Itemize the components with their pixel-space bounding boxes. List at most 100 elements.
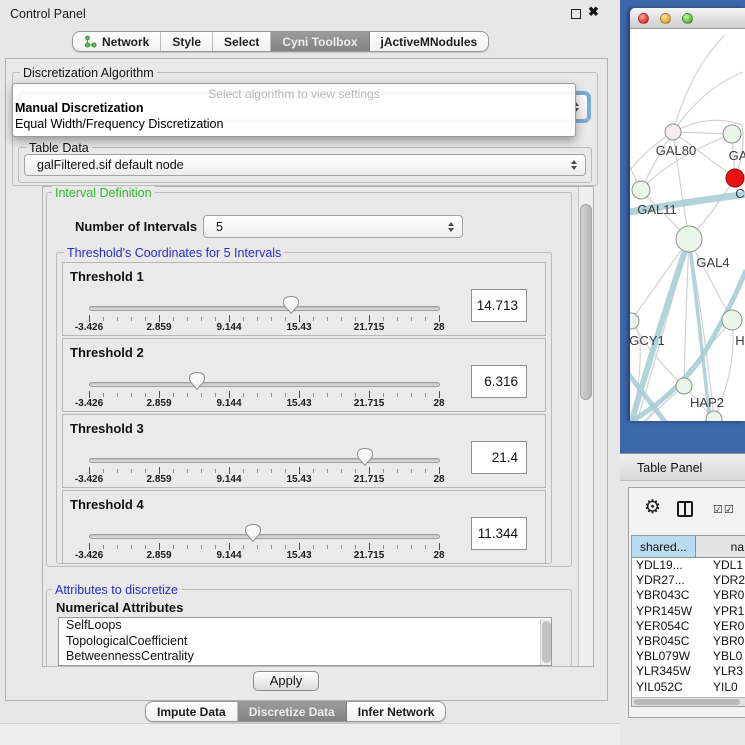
table-row[interactable]: YBL079WYBL0 (632, 649, 745, 664)
table-row[interactable]: YLR345WYLR3 (632, 664, 745, 679)
slider-handle[interactable] (283, 296, 299, 314)
network-node[interactable] (726, 169, 744, 187)
slider-tick-label: -3.426 (64, 550, 114, 561)
network-node[interactable] (676, 226, 702, 252)
slider-track[interactable] (89, 534, 440, 539)
slider-tick-label: -3.426 (64, 474, 114, 485)
table-data-value: galFiltered.sif default node (37, 158, 184, 172)
network-node[interactable] (676, 378, 692, 394)
network-node[interactable] (665, 124, 681, 140)
attribute-list-item[interactable]: BetweennessCentrality (59, 649, 551, 665)
number-of-intervals-combobox[interactable]: 5 (203, 215, 463, 238)
slider-track[interactable] (89, 306, 440, 311)
network-edge[interactable] (673, 35, 725, 132)
network-window-titlebar[interactable] (630, 8, 745, 29)
apply-button[interactable]: Apply (253, 671, 319, 691)
slider-track[interactable] (89, 382, 440, 387)
float-panel-icon[interactable] (571, 9, 581, 19)
gear-icon[interactable]: ⚙ (644, 498, 661, 517)
network-edge[interactable] (684, 239, 689, 386)
table-row[interactable]: YIL052CYIL0 (632, 680, 745, 695)
network-node-label: C (735, 186, 744, 201)
column-layout-icon[interactable] (677, 501, 693, 517)
cell-shared-name: YIL052C (632, 680, 708, 695)
slider-tick-label: 2.859 (134, 322, 184, 333)
slider-handle[interactable] (245, 524, 261, 542)
tab-impute-data[interactable]: Impute Data (146, 702, 238, 721)
slider-tick-label: 2.859 (134, 550, 184, 561)
slider-track[interactable] (89, 458, 440, 463)
threshold-value-field[interactable]: 11.344 (471, 517, 527, 550)
table-row[interactable]: YDR27...YDR2 (632, 573, 745, 588)
table-row[interactable]: YDL19...YDL1 (632, 558, 745, 573)
vertical-scrollbar[interactable] (578, 187, 593, 666)
network-node[interactable] (630, 313, 639, 329)
slider-handle[interactable] (357, 448, 373, 466)
attributes-scrollbar-thumb[interactable] (542, 621, 551, 663)
zoom-window-icon[interactable] (682, 13, 693, 24)
cell-name: YBL0 (708, 649, 742, 664)
network-node-label: GA (729, 148, 745, 163)
tab-cyni-toolbox[interactable]: Cyni Toolbox (271, 32, 369, 51)
minimize-window-icon[interactable] (660, 13, 671, 24)
cell-name: YBR0 (708, 634, 744, 649)
network-edge[interactable] (641, 132, 673, 190)
tab-style[interactable]: Style (161, 32, 213, 51)
network-node-label: H (735, 333, 744, 348)
table-row[interactable]: YER054CYER0 (632, 619, 745, 634)
column-header-1[interactable]: shared... (632, 536, 696, 557)
close-window-icon[interactable] (638, 13, 649, 24)
network-edge[interactable] (631, 239, 689, 321)
attribute-list-item[interactable]: SelfLoops (59, 618, 551, 634)
panel-footer (0, 723, 620, 745)
popup-item-equal-width[interactable]: Equal Width/Frequency Discretization (15, 117, 223, 131)
threshold-value-field[interactable]: 6.316 (471, 365, 527, 398)
table-data-combobox[interactable]: galFiltered.sif default node (24, 154, 586, 176)
tab-network[interactable]: Network (73, 32, 161, 51)
column-header-2[interactable]: na (696, 536, 745, 557)
tab-discretize-data[interactable]: Discretize Data (238, 702, 347, 721)
number-of-intervals-value: 5 (216, 220, 223, 234)
tab-label: Style (172, 35, 201, 49)
attribute-list-item[interactable]: TopologicalCoefficient (59, 634, 551, 650)
slider-tick-label: -3.426 (64, 398, 114, 409)
slider-tick-label: 9.144 (204, 398, 254, 409)
network-node[interactable] (722, 310, 742, 330)
network-thick-edge[interactable] (630, 239, 689, 421)
network-node-label: GAL4 (696, 255, 729, 270)
table-row[interactable]: YPR145WYPR1 (632, 604, 745, 619)
table-panel-area: ⚙ ☑☑ shared...na YDL19...YDL1YDR27...YDR… (620, 481, 745, 745)
close-panel-icon[interactable]: ✖ (588, 4, 599, 20)
slider-tick-label: 9.144 (204, 474, 254, 485)
tab-label: Cyni Toolbox (282, 35, 357, 49)
table-row[interactable]: YBR045CYBR0 (632, 634, 745, 649)
tab-infer-network[interactable]: Infer Network (347, 702, 446, 721)
slider-tick-label: 28 (414, 474, 464, 485)
table-hscrollbar-thumb[interactable] (634, 699, 740, 705)
slider-tick-label: 15.43 (274, 550, 324, 561)
table-data-title: Table Data (26, 141, 92, 155)
network-edge[interactable] (630, 419, 714, 421)
numerical-attributes-list[interactable]: SelfLoopsTopologicalCoefficientBetweenne… (58, 617, 552, 666)
tab-select[interactable]: Select (213, 32, 271, 51)
network-node[interactable] (723, 125, 741, 143)
threshold-value-field[interactable]: 14.713 (471, 289, 527, 322)
popup-item-manual-discretization[interactable]: Manual Discretization (15, 101, 144, 115)
vertical-scrollbar-thumb[interactable] (580, 204, 592, 400)
threshold-value-field[interactable]: 21.4 (471, 441, 527, 474)
slider-tick-label: 15.43 (274, 322, 324, 333)
tab-label: Infer Network (358, 705, 435, 719)
table-row[interactable]: YBR043CYBR0 (632, 588, 745, 603)
checkbox-pair-icon[interactable]: ☑☑ (713, 503, 735, 516)
network-view-window[interactable]: GAL80GACGAL11GAL4GCY1HHAP2 (630, 8, 745, 421)
attributes-list-scrollbar[interactable] (540, 619, 552, 666)
table-panel-title: Table Panel (637, 461, 702, 475)
slider-tick-label: 21.715 (344, 398, 394, 409)
threshold-label: Threshold 1 (70, 269, 144, 284)
table-horizontal-scrollbar[interactable] (632, 697, 745, 706)
slider-handle[interactable] (189, 372, 205, 390)
tab-jactivemnodules[interactable]: jActiveMNodules (370, 32, 489, 51)
network-canvas[interactable]: GAL80GACGAL11GAL4GCY1HHAP2 (630, 30, 745, 421)
slider-tick-label: 9.144 (204, 550, 254, 561)
network-node[interactable] (632, 181, 650, 199)
